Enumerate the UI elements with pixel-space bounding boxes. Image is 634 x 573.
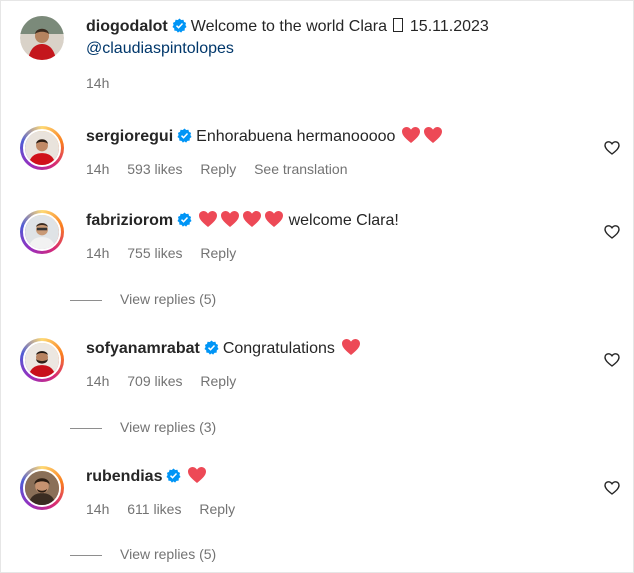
view-replies-label: View replies (5)	[120, 291, 217, 307]
avatar[interactable]	[20, 338, 64, 382]
caption-time: 14h	[86, 75, 110, 91]
verified-badge-icon	[177, 212, 192, 227]
red-heart-emoji-icon	[199, 211, 218, 227]
avatar-photo	[25, 471, 59, 505]
caption-mention[interactable]: @claudiaspintolopes	[86, 38, 610, 60]
view-replies-button[interactable]: View replies (3)	[70, 419, 216, 435]
replies-divider	[70, 427, 102, 429]
view-replies-button[interactable]: View replies (5)	[70, 546, 216, 562]
reply-button[interactable]: Reply	[200, 245, 236, 261]
avatar[interactable]	[20, 126, 64, 170]
avatar-photo	[25, 343, 59, 377]
heart-outline-icon[interactable]	[604, 480, 620, 496]
avatar[interactable]	[20, 210, 64, 254]
heart-outline-icon[interactable]	[604, 140, 620, 156]
red-heart-emoji-icon	[424, 127, 443, 143]
comment-text: Enhorabuena hermanooooo	[196, 128, 396, 145]
verified-badge-icon	[204, 340, 219, 355]
replies-divider	[70, 299, 102, 301]
avatar[interactable]	[20, 16, 64, 60]
avatar-photo	[25, 215, 59, 249]
comment-text: welcome Clara!	[288, 212, 399, 229]
avatar-photo	[25, 131, 59, 165]
comment-time: 14h	[86, 161, 110, 177]
view-replies-label: View replies (3)	[120, 419, 217, 435]
view-replies-label: View replies (5)	[120, 546, 217, 562]
likes-count[interactable]: 611 likes	[127, 501, 181, 517]
unsupported-emoji-glyph	[393, 18, 404, 32]
reply-button[interactable]: Reply	[200, 373, 236, 389]
red-heart-emoji-icon	[265, 211, 284, 227]
likes-count[interactable]: 593 likes	[127, 161, 182, 177]
caption-text: Welcome to the world Clara	[190, 18, 387, 35]
avatar-photo	[20, 16, 64, 60]
heart-outline-icon[interactable]	[604, 224, 620, 240]
view-replies-button[interactable]: View replies (5)	[70, 291, 216, 307]
caption-username[interactable]: diogodalot	[86, 18, 168, 35]
comment-time: 14h	[86, 373, 110, 389]
replies-divider	[70, 554, 102, 556]
reply-button[interactable]: Reply	[200, 161, 236, 177]
red-heart-emoji-icon	[221, 211, 240, 227]
verified-badge-icon	[166, 468, 181, 483]
red-heart-emoji-icon	[402, 127, 421, 143]
comment-username[interactable]: sofyanamrabat	[86, 340, 200, 357]
comment-time: 14h	[86, 245, 110, 261]
comment-username[interactable]: fabriziorom	[86, 212, 173, 229]
verified-badge-icon	[172, 18, 187, 33]
likes-count[interactable]: 755 likes	[127, 245, 182, 261]
heart-outline-icon[interactable]	[604, 352, 620, 368]
likes-count[interactable]: 709 likes	[127, 373, 182, 389]
red-heart-emoji-icon	[243, 211, 262, 227]
see-translation-button[interactable]: See translation	[254, 161, 347, 177]
red-heart-emoji-icon	[188, 467, 207, 483]
comment-username[interactable]: sergioregui	[86, 128, 173, 145]
avatar[interactable]	[20, 466, 64, 510]
comment-username[interactable]: rubendias	[86, 468, 162, 485]
comment-time: 14h	[86, 501, 110, 517]
caption-date: 15.11.2023	[409, 18, 489, 35]
comment-text: Congratulations	[222, 340, 335, 357]
red-heart-emoji-icon	[341, 339, 360, 355]
reply-button[interactable]: Reply	[199, 501, 235, 517]
verified-badge-icon	[177, 128, 192, 143]
